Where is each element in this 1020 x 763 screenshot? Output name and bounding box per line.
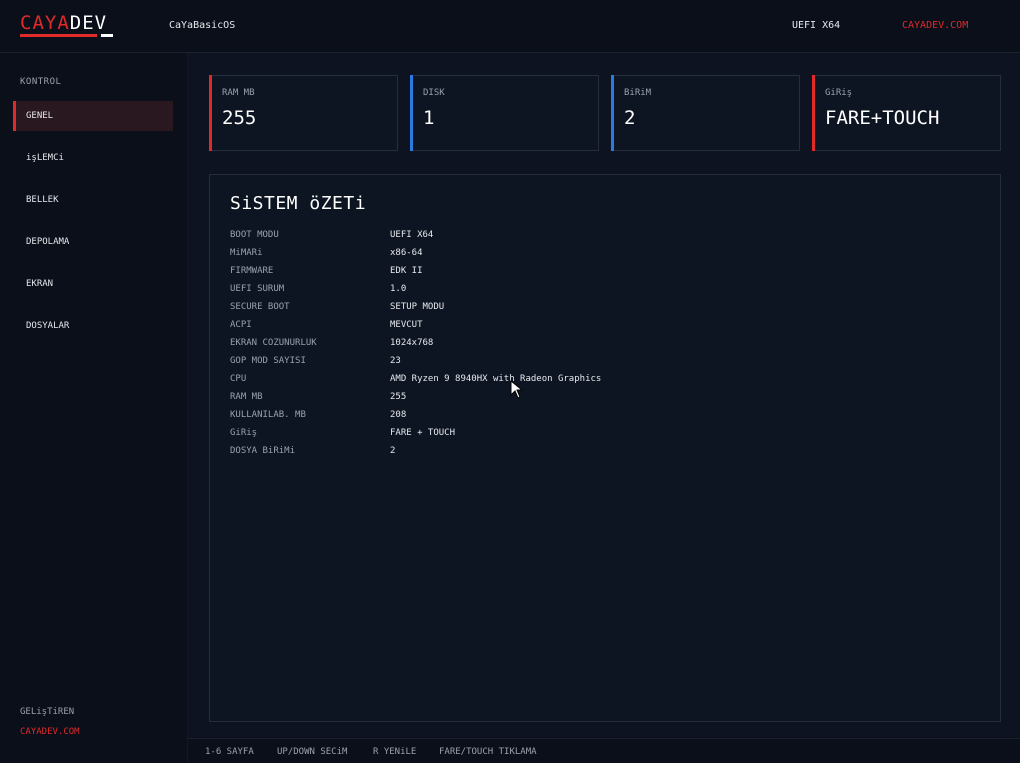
summary-key: DOSYA BiRiMi [230, 446, 296, 456]
logo-text-dev: DEV [69, 12, 108, 34]
stat-card-disk: DISK 1 [410, 75, 599, 151]
summary-key: BOOT MODU [230, 230, 279, 240]
hint-click: FARE/TOUCH TIKLAMA [439, 747, 537, 757]
summary-value: x86-64 [390, 248, 423, 258]
stat-value: 1 [423, 107, 435, 129]
summary-key: SECURE BOOT [230, 302, 290, 312]
summary-value: 23 [390, 356, 401, 366]
summary-key: EKRAN COZUNURLUK [230, 338, 317, 348]
sidebar-item-islemci[interactable]: işLEMCi [13, 143, 173, 173]
summary-key: GiRiş [230, 428, 258, 438]
mouse-pointer-icon [510, 379, 528, 404]
summary-value: FARE + TOUCH [390, 428, 456, 438]
summary-value: MEVCUT [390, 320, 423, 330]
developer-label: GELişTiREN [20, 707, 75, 717]
summary-value: AMD Ryzen 9 8940HX with Radeon Graphics [390, 374, 602, 384]
stat-value: 2 [624, 107, 636, 129]
app-name: CaYaBasicOS [169, 20, 236, 31]
stat-accent-bar [209, 75, 212, 151]
sidebar-item-bellek[interactable]: BELLEK [13, 185, 173, 215]
stat-card-giris: GiRiş FARE+TOUCH [812, 75, 1001, 151]
stat-value: 255 [222, 107, 257, 129]
stat-label: GiRiş [825, 88, 853, 98]
logo-cursor-mark [101, 34, 113, 37]
summary-value: 2 [390, 446, 396, 456]
sidebar: KONTROL GENEL işLEMCi BELLEK DEPOLAMA EK… [0, 53, 188, 762]
summary-key: CPU [230, 374, 247, 384]
logo-underline [20, 34, 97, 37]
summary-key: KULLANILAB. MB [230, 410, 306, 420]
boot-mode-indicator: UEFI X64 [792, 20, 841, 31]
summary-value: 1024x768 [390, 338, 434, 348]
footer-hints: 1-6 SAYFA UP/DOWN SECiM R YENiLE FARE/TO… [188, 738, 1020, 763]
stat-value: FARE+TOUCH [825, 107, 940, 129]
sidebar-item-ekran[interactable]: EKRAN [13, 269, 173, 299]
hint-refresh: R YENiLE [373, 747, 417, 757]
stat-card-ram: RAM MB 255 [209, 75, 398, 151]
summary-value: 1.0 [390, 284, 407, 294]
developer-site-link[interactable]: CAYADEV.COM [20, 727, 80, 737]
top-bar: CAYADEV CaYaBasicOS UEFI X64 CAYADEV.COM [0, 0, 1020, 53]
stat-accent-bar [410, 75, 413, 151]
main-content: RAM MB 255 DISK 1 BiRiM 2 GiRiş FARE+TOU… [188, 53, 1020, 737]
summary-key: UEFI SURUM [230, 284, 285, 294]
stat-label: BiRiM [624, 88, 652, 98]
hint-select: UP/DOWN SECiM [277, 747, 348, 757]
system-summary-panel: SiSTEM öZETi BOOT MODU UEFI X64 MiMARi x86-… [209, 174, 1001, 722]
summary-key: RAM MB [230, 392, 263, 402]
summary-key: FIRMWARE [230, 266, 274, 276]
header-site-link[interactable]: CAYADEV.COM [902, 20, 968, 31]
stat-card-birim: BiRiM 2 [611, 75, 800, 151]
sidebar-item-dosyalar[interactable]: DOSYALAR [13, 311, 173, 341]
summary-value: EDK II [390, 266, 423, 276]
logo-text-caya: CAYA [20, 12, 70, 34]
sidebar-item-genel[interactable]: GENEL [13, 101, 173, 131]
summary-key: ACPI [230, 320, 252, 330]
sidebar-heading: KONTROL [20, 77, 62, 87]
stat-accent-bar [611, 75, 614, 151]
panel-title: SiSTEM öZETi [230, 193, 367, 214]
summary-value: SETUP MODU [390, 302, 445, 312]
summary-key: GOP MOD SAYISI [230, 356, 306, 366]
summary-value: 208 [390, 410, 407, 420]
summary-key: MiMARi [230, 248, 263, 258]
summary-value: UEFI X64 [390, 230, 434, 240]
cayadev-logo: CAYADEV [20, 12, 107, 34]
sidebar-item-depolama[interactable]: DEPOLAMA [13, 227, 173, 257]
stat-accent-bar [812, 75, 815, 151]
stat-label: RAM MB [222, 88, 255, 98]
summary-value: 255 [390, 392, 407, 402]
hint-pages: 1-6 SAYFA [205, 747, 254, 757]
stat-label: DISK [423, 88, 445, 98]
